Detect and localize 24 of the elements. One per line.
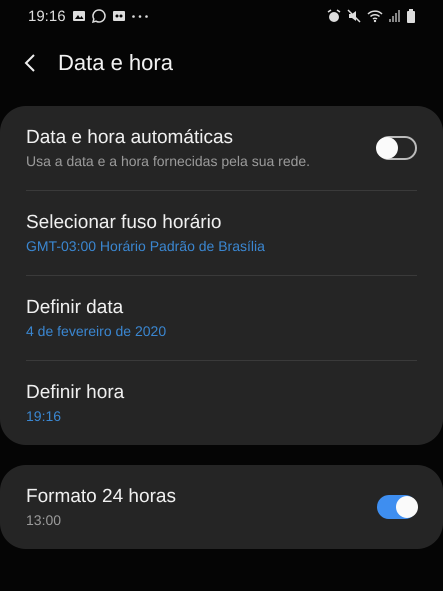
setting-title[interactable]: Formato 24 horas xyxy=(26,486,377,508)
image-icon xyxy=(72,9,86,23)
alarm-icon xyxy=(327,9,341,23)
setting-value: 4 de fevereiro de 2020 xyxy=(26,323,168,339)
mute-icon xyxy=(347,9,361,23)
status-time: 19:16 xyxy=(28,8,66,24)
chat-icon xyxy=(92,9,106,23)
setting-title[interactable]: Data e hora automáticas xyxy=(26,127,377,149)
back-button[interactable] xyxy=(24,53,36,73)
voicemail-icon xyxy=(112,9,126,23)
wifi-icon xyxy=(367,9,383,23)
toggle-switch[interactable] xyxy=(377,136,417,160)
toggle-switch[interactable] xyxy=(377,495,417,519)
setting-value: GMT-03:00 Horário Padrão de Brasília xyxy=(26,238,266,254)
setting-value: 13:00 xyxy=(26,512,62,528)
setting-title[interactable]: Selecionar fuso horário xyxy=(26,212,417,234)
battery-icon xyxy=(407,9,415,23)
signal-icon xyxy=(389,9,401,23)
setting-value: 19:16 xyxy=(26,408,62,424)
page-title: Data e hora xyxy=(58,50,173,76)
more-icon xyxy=(132,14,148,18)
setting-title[interactable]: Definir hora xyxy=(26,382,417,404)
setting-title[interactable]: Definir data xyxy=(26,297,417,319)
setting-value: Usa a data e a hora fornecidas pela sua rede. xyxy=(26,153,312,169)
